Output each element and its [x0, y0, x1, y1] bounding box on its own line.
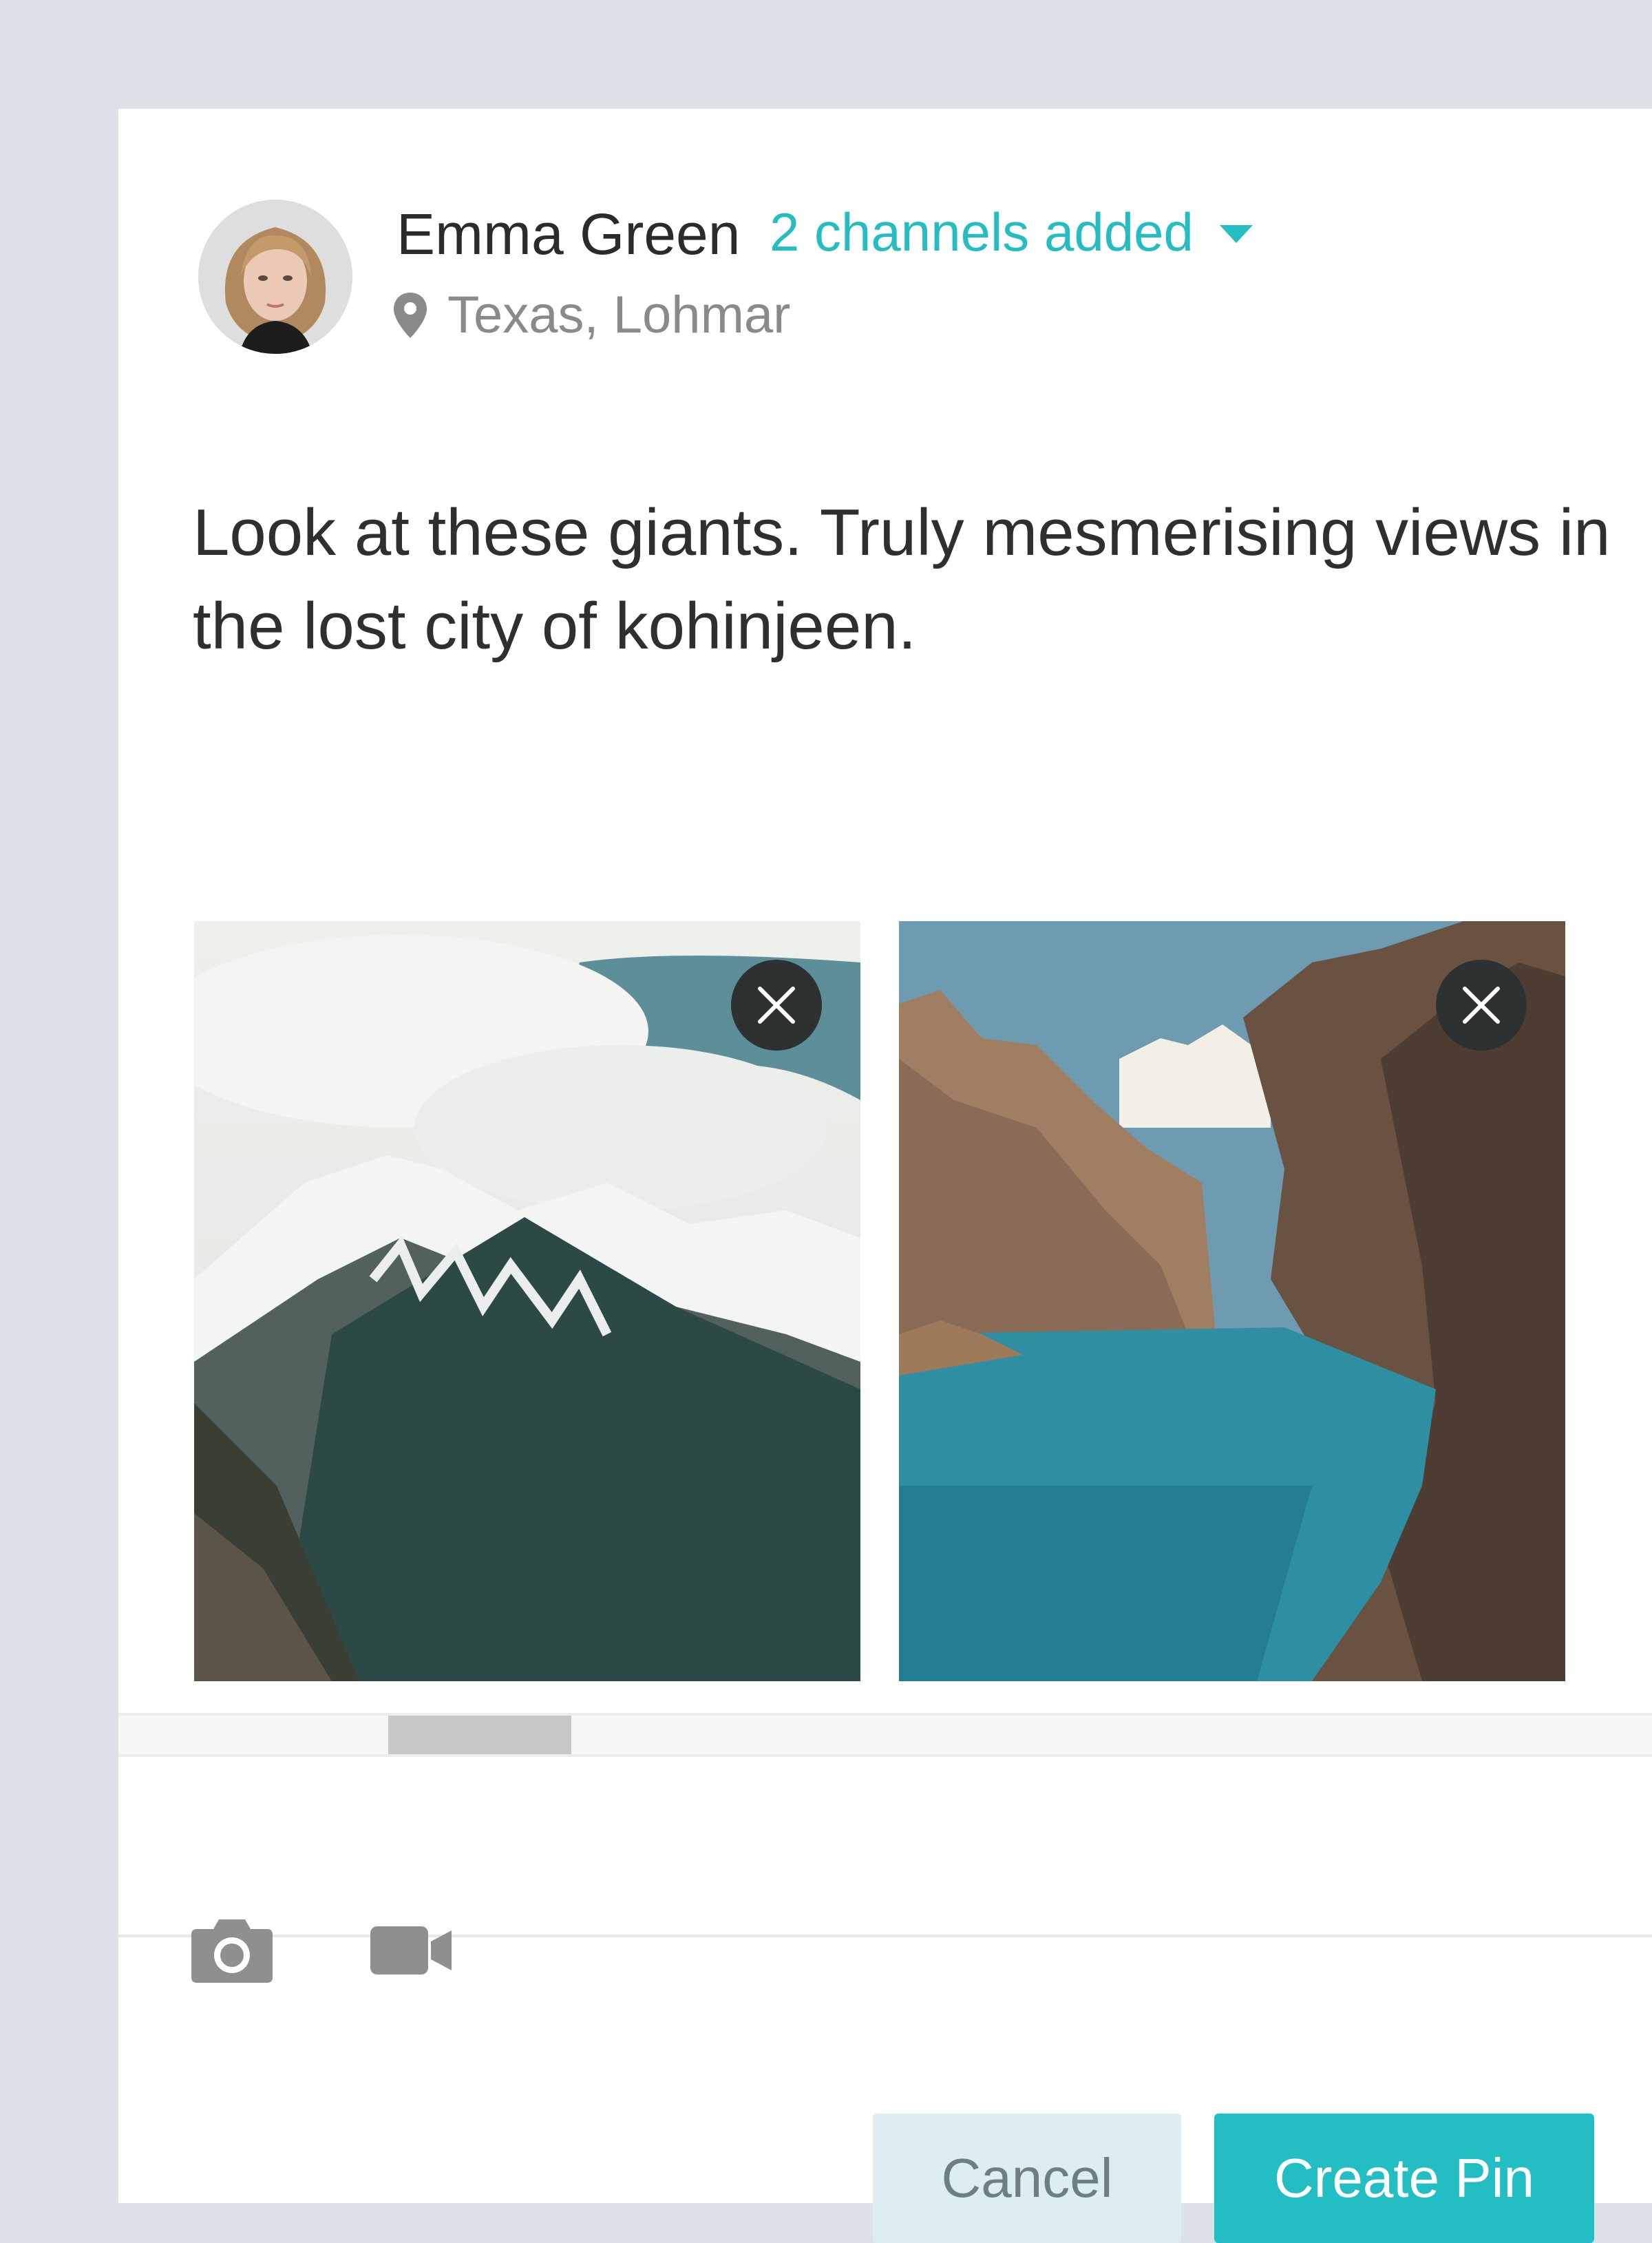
create-pin-card: Emma Green 2 channels added Texas, Lohma…: [118, 109, 1652, 2243]
location: Texas, Lohmar: [394, 289, 790, 341]
close-icon: [1463, 987, 1500, 1024]
horizontal-scrollbar[interactable]: [118, 1713, 1652, 1757]
media-toolbar: [118, 1757, 1652, 1983]
cancel-button[interactable]: Cancel: [873, 2114, 1181, 2243]
avatar: [198, 200, 352, 354]
post-text[interactable]: Look at these giants. Truly mesmerising …: [193, 486, 1611, 673]
remove-photo-button[interactable]: [1436, 960, 1527, 1051]
channels-dropdown[interactable]: 2 channels added: [770, 205, 1253, 259]
close-icon: [758, 987, 795, 1024]
user-name: Emma Green: [396, 202, 741, 266]
channels-label: 2 channels added: [770, 202, 1194, 262]
video-camera-icon[interactable]: [370, 1926, 452, 1975]
scrollbar-thumb[interactable]: [388, 1716, 571, 1754]
camera-icon[interactable]: [191, 1917, 273, 1983]
location-text: Texas, Lohmar: [447, 286, 791, 344]
chevron-down-icon: [1219, 225, 1253, 243]
photo-mountains: [194, 921, 860, 1681]
location-pin-icon: [394, 293, 427, 338]
create-pin-button[interactable]: Create Pin: [1214, 2114, 1594, 2243]
photo-lake: [899, 921, 1565, 1681]
remove-photo-button[interactable]: [731, 960, 822, 1051]
